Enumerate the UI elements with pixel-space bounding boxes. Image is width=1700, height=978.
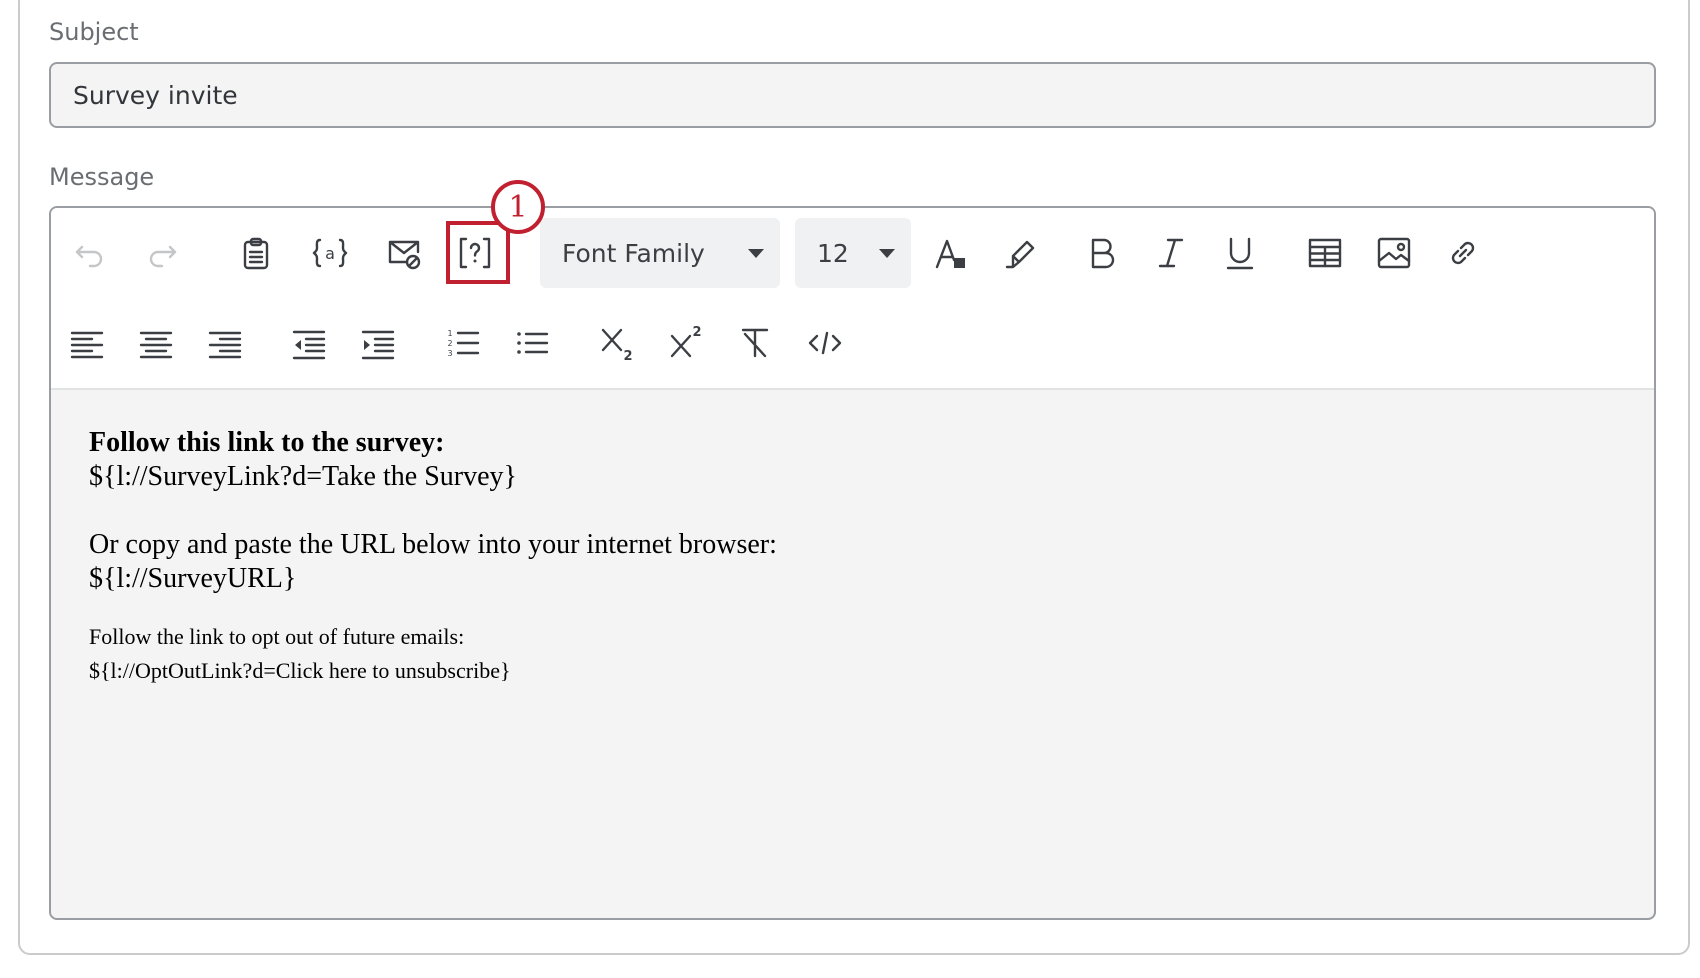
underline-icon[interactable] (1218, 230, 1262, 276)
unordered-list-icon[interactable] (510, 320, 554, 366)
highlight-box (446, 221, 510, 284)
message-editor: a Font Family 12 1 2 3 2 2 Follow this l… (49, 206, 1656, 920)
outdent-icon[interactable] (287, 320, 331, 366)
body-line-survey-link: ${l://SurveyLink?d=Take the Survey} (89, 461, 517, 492)
svg-text:3: 3 (447, 349, 452, 358)
svg-text:a: a (325, 244, 335, 263)
source-code-icon[interactable] (803, 320, 847, 366)
toolbar-row-2: 123 2 2 (51, 298, 1654, 390)
toolbar-row-1: a Font Family 12 (51, 208, 1654, 300)
subject-input[interactable]: Survey invite (49, 62, 1656, 128)
font-family-value: Font Family (562, 238, 705, 268)
svg-text:2: 2 (692, 325, 701, 340)
piped-text-icon[interactable]: a (308, 230, 352, 276)
link-icon[interactable] (1441, 230, 1485, 276)
image-icon[interactable] (1372, 230, 1416, 276)
body-line-opt-out-intro: Follow the link to opt out of future ema… (89, 624, 465, 649)
body-line-survey-url: ${l://SurveyURL} (89, 563, 297, 594)
svg-text:2: 2 (623, 349, 632, 362)
indent-icon[interactable] (356, 320, 400, 366)
superscript-icon[interactable]: 2 (665, 320, 709, 366)
clear-format-icon[interactable] (734, 320, 778, 366)
body-line-survey-link-intro: Follow this link to the survey: (89, 427, 445, 458)
chevron-down-icon (879, 249, 895, 258)
message-body[interactable]: Follow this link to the survey: ${l://Su… (89, 426, 777, 688)
table-icon[interactable] (1303, 230, 1347, 276)
chevron-down-icon (748, 249, 764, 258)
svg-text:2: 2 (447, 339, 452, 348)
align-left-icon[interactable] (65, 320, 109, 366)
ordered-list-icon[interactable]: 123 (441, 320, 485, 366)
font-family-select[interactable]: Font Family (540, 218, 780, 288)
font-size-value: 12 (817, 238, 849, 268)
bold-icon[interactable] (1080, 230, 1124, 276)
subscript-icon[interactable]: 2 (596, 320, 640, 366)
body-line-copy-url-intro: Or copy and paste the URL below into you… (89, 529, 777, 560)
font-size-select[interactable]: 12 (795, 218, 911, 288)
svg-text:1: 1 (447, 329, 452, 338)
step-badge: 1 (491, 180, 545, 234)
undo-icon[interactable] (67, 230, 111, 276)
italic-icon[interactable] (1149, 230, 1193, 276)
align-center-icon[interactable] (134, 320, 178, 366)
paste-icon[interactable] (234, 230, 278, 276)
highlight-icon[interactable] (999, 230, 1043, 276)
email-blocked-icon[interactable] (382, 230, 426, 276)
body-line-opt-out-link: ${l://OptOutLink?d=Click here to unsubsc… (89, 658, 511, 683)
align-right-icon[interactable] (203, 320, 247, 366)
font-color-icon[interactable] (929, 230, 973, 276)
subject-label: Subject (49, 18, 139, 46)
message-label: Message (49, 163, 155, 191)
redo-icon[interactable] (141, 230, 185, 276)
